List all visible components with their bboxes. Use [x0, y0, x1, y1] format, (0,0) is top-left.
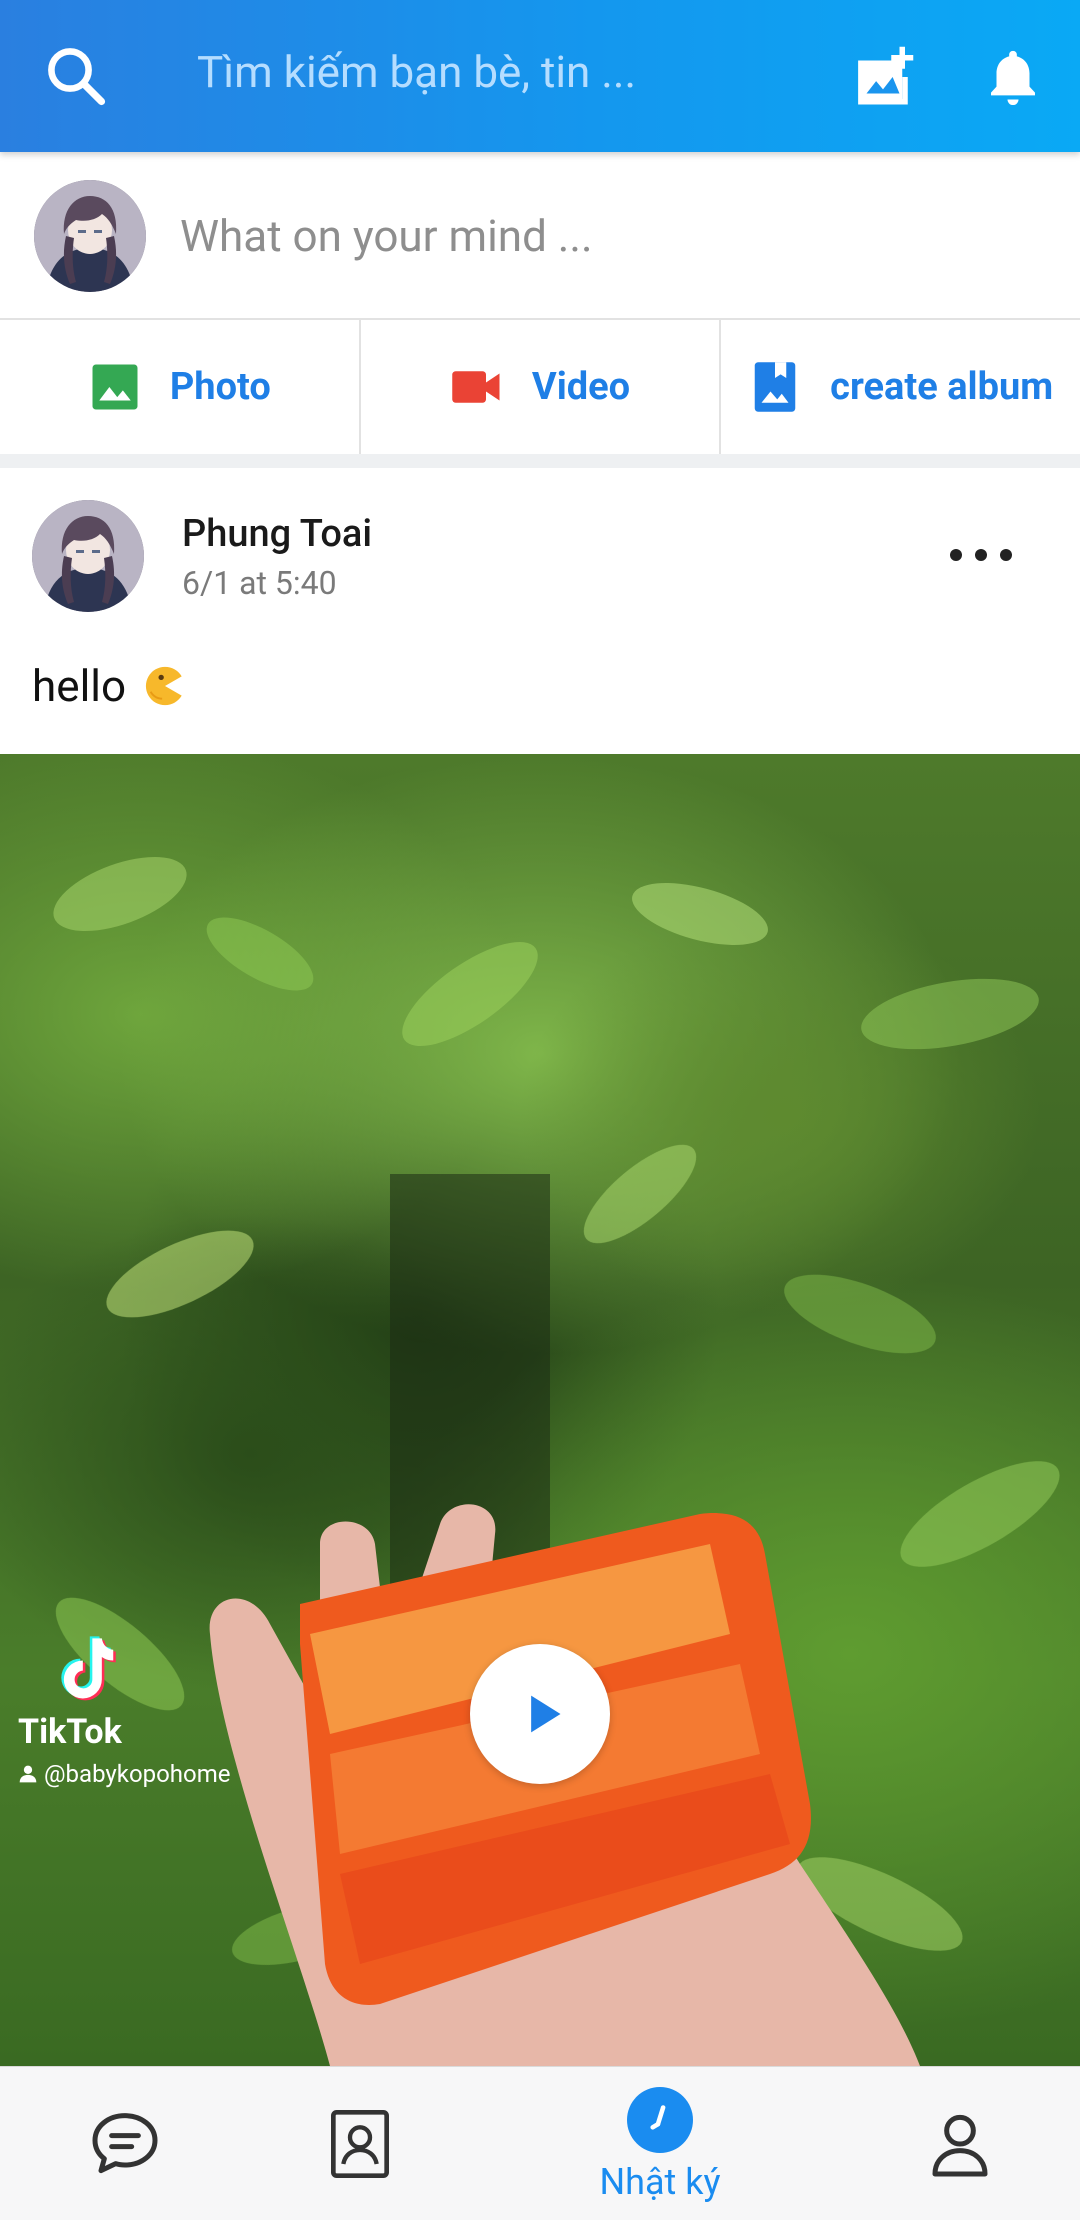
- nav-messages[interactable]: [60, 2067, 190, 2220]
- more-options-icon[interactable]: [950, 535, 1012, 575]
- create-album-label: create album: [830, 365, 1054, 409]
- chat-bubble-icon: [92, 2113, 158, 2174]
- post-text: hello: [32, 660, 188, 712]
- nav-diary[interactable]: Nhật ký: [570, 2067, 750, 2220]
- video-button[interactable]: Video: [361, 320, 722, 454]
- post-composer: What on your mind ...: [0, 152, 1080, 320]
- search-icon[interactable]: [40, 40, 112, 112]
- person-icon: [19, 1765, 37, 1783]
- pacman-emoji-icon: [145, 666, 182, 706]
- nav-profile[interactable]: [900, 2067, 1020, 2220]
- photo-icon: [92, 364, 138, 410]
- media-actions-bar: Photo Video create album: [0, 320, 1080, 454]
- album-icon: [754, 362, 796, 412]
- tiktok-handle-text: @babykopohome: [44, 1760, 231, 1788]
- post-timestamp: 6/1 at 5:40: [182, 564, 337, 602]
- contacts-icon: [331, 2110, 389, 2178]
- video-camera-icon: [452, 371, 500, 403]
- post-header: Phung Toai 6/1 at 5:40: [0, 468, 1080, 638]
- post-author-avatar[interactable]: [32, 500, 144, 612]
- nav-contacts[interactable]: [300, 2067, 420, 2220]
- tiktok-brand-text: TikTok: [18, 1712, 122, 1752]
- video-label: Video: [531, 365, 631, 409]
- user-avatar[interactable]: [34, 180, 146, 292]
- post-caption: hello: [32, 660, 127, 712]
- search-input[interactable]: Tìm kiếm bạn bè, tin ...: [197, 46, 636, 98]
- play-icon: [531, 1695, 561, 1733]
- create-album-button[interactable]: create album: [721, 320, 1080, 454]
- section-divider: [0, 454, 1080, 468]
- play-button[interactable]: [470, 1644, 610, 1784]
- notifications-bell-icon[interactable]: [980, 44, 1046, 110]
- tiktok-logo-icon: [61, 1636, 116, 1701]
- video-thumbnail: [53, 857, 1060, 2066]
- top-app-bar: Tìm kiếm bạn bè, tin ...: [0, 0, 1080, 152]
- profile-person-icon: [932, 2114, 988, 2177]
- photo-label: Photo: [169, 365, 271, 409]
- photo-button[interactable]: Photo: [0, 320, 361, 454]
- composer-prompt[interactable]: What on your mind ...: [180, 210, 593, 262]
- add-photo-icon[interactable]: [850, 44, 916, 110]
- bottom-navigation: Nhật ký: [0, 2066, 1080, 2220]
- tiktok-handle: @babykopohome: [18, 1760, 230, 1788]
- post-video[interactable]: [0, 754, 1080, 2066]
- post-author-name[interactable]: Phung Toai: [182, 512, 372, 556]
- clock-icon: [627, 2087, 693, 2153]
- nav-diary-label: Nhật ký: [599, 2161, 721, 2203]
